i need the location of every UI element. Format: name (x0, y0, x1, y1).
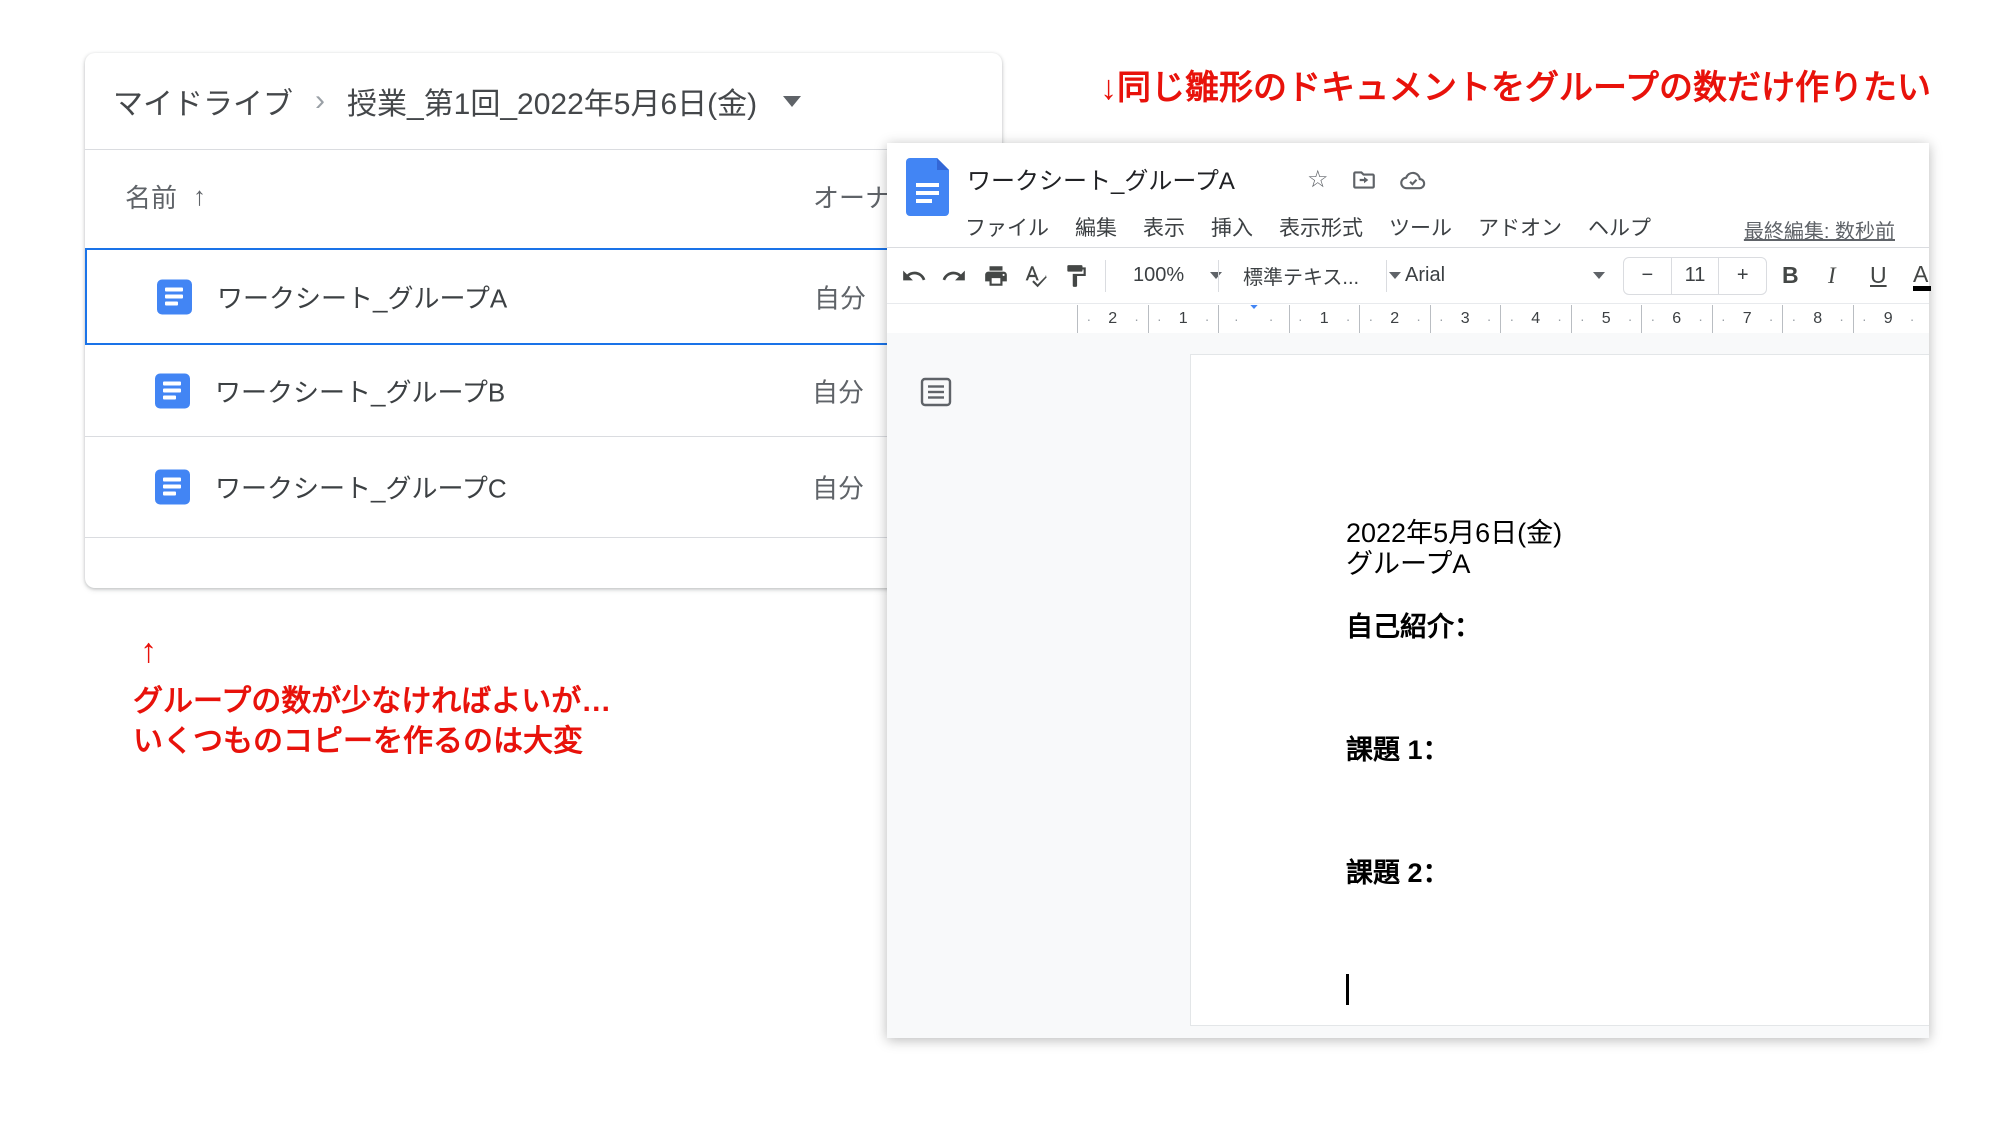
ruler-unit: ·2· (1077, 305, 1148, 333)
annotation-up-arrow: ↑ (140, 632, 157, 671)
star-icon[interactable]: ☆ (1307, 165, 1329, 194)
doc-line-group: グループA (1346, 542, 1470, 581)
toolbar-separator (1218, 260, 1219, 292)
breadcrumb-my-drive[interactable]: マイドライブ (113, 79, 293, 123)
breadcrumb: マイドライブ › 授業_第1回_2022年5月6日(金) (113, 53, 801, 149)
font-family-select[interactable]: Arial (1405, 264, 1605, 287)
ruler-unit: ·9· (1853, 305, 1924, 333)
move-to-folder-icon[interactable] (1351, 167, 1377, 193)
show-outline-icon[interactable] (920, 377, 952, 412)
print-icon[interactable] (983, 263, 1009, 289)
column-header-name[interactable]: 名前 ↑ (125, 178, 206, 215)
folder-dropdown-icon[interactable] (783, 96, 801, 107)
document-canvas: 2022年5月6日(金) グループA 自己紹介： 課題 1： 課題 2： (887, 333, 1929, 1038)
redo-icon[interactable] (941, 263, 967, 289)
annotation-make-copies: ↓同じ雛形のドキュメントをグループの数だけ作りたい (1100, 60, 1931, 109)
annotation-many-copies: いくつものコピーを作るのは大変 (133, 716, 583, 760)
ruler-unit: ·8· (1782, 305, 1853, 333)
document-status-cloud-icon[interactable] (1399, 166, 1427, 194)
toolbar-separator (1386, 260, 1387, 292)
ruler-unit: ·5· (1571, 305, 1642, 333)
doc-heading-task1: 課題 1： (1346, 728, 1450, 767)
font-size-decrease-button[interactable]: − (1624, 258, 1671, 294)
ruler[interactable]: ·2··1····1··2··3··4··5··6··7··8··9· (887, 305, 1929, 333)
ruler-unit: ·4· (1500, 305, 1571, 333)
paint-format-icon[interactable] (1063, 263, 1089, 289)
chevron-down-icon (1593, 272, 1605, 279)
text-color-button[interactable]: A (1913, 261, 1931, 291)
ruler-unit: ·1· (1148, 305, 1219, 333)
file-name: ワークシート_グループB (215, 372, 505, 409)
document-page[interactable]: 2022年5月6日(金) グループA 自己紹介： 課題 1： 課題 2： (1190, 354, 1929, 1026)
file-owner: 自分 (812, 469, 864, 506)
ruler-unit: ·· (1218, 305, 1289, 333)
font-size-stepper: − 11 + (1623, 257, 1767, 295)
docs-file-icon (155, 470, 190, 505)
menu-addons[interactable]: アドオン (1478, 212, 1562, 242)
doc-heading-intro: 自己紹介： (1346, 605, 1481, 644)
toolbar-separator (1105, 260, 1106, 292)
file-row-group-c[interactable]: ワークシート_グループC 自分 (85, 437, 1002, 538)
font-size-value[interactable]: 11 (1671, 258, 1720, 294)
paragraph-style-select[interactable]: 標準テキス... (1243, 261, 1401, 290)
text-color-letter: A (1913, 261, 1928, 287)
zoom-select[interactable]: 100% (1133, 264, 1222, 287)
menu-edit[interactable]: 編集 (1075, 212, 1117, 242)
font-family-value: Arial (1405, 264, 1445, 287)
google-docs-window: ワークシート_グループA ☆ ファイル 編集 表示 挿入 表示形式 ツール アド… (887, 143, 1929, 1038)
file-name: ワークシート_グループA (217, 278, 507, 315)
docs-file-icon (155, 373, 190, 408)
italic-button[interactable]: I (1828, 263, 1836, 289)
paragraph-style-value: 標準テキス... (1243, 261, 1359, 290)
menu-format[interactable]: 表示形式 (1279, 212, 1363, 242)
docs-file-icon (157, 279, 192, 314)
google-docs-logo-icon[interactable] (906, 158, 949, 221)
ruler-unit: ·6· (1641, 305, 1712, 333)
file-row-group-a[interactable]: ワークシート_グループA 自分 (85, 248, 1002, 345)
last-edit-link[interactable]: 最終編集: 数秒前 (1744, 215, 1895, 244)
underline-button[interactable]: U (1870, 262, 1887, 289)
file-name: ワークシート_グループC (215, 469, 507, 506)
chevron-down-icon (1389, 272, 1401, 279)
font-size-increase-button[interactable]: + (1719, 258, 1766, 294)
file-owner: 自分 (812, 372, 864, 409)
file-owner: 自分 (814, 278, 866, 315)
menu-bar: ファイル 編集 表示 挿入 表示形式 ツール アドオン ヘルプ (965, 209, 1651, 245)
menu-help[interactable]: ヘルプ (1588, 212, 1651, 242)
ruler-unit: ·7· (1712, 305, 1783, 333)
column-header-owner[interactable]: オーナ (813, 178, 891, 215)
zoom-value: 100% (1133, 264, 1184, 287)
menu-file[interactable]: ファイル (965, 212, 1049, 242)
menu-tools[interactable]: ツール (1389, 212, 1452, 242)
ruler-unit: ·1· (1289, 305, 1360, 333)
column-name-label: 名前 (125, 178, 177, 215)
toolbar: 100% 標準テキス... Arial − 11 + B I U A (887, 247, 1929, 304)
sort-ascending-icon[interactable]: ↑ (193, 181, 206, 212)
undo-icon[interactable] (901, 263, 927, 289)
spellcheck-icon[interactable] (1023, 263, 1049, 289)
file-list-header: 名前 ↑ オーナ (85, 150, 1002, 248)
chevron-right-icon: › (315, 84, 325, 118)
ruler-ticks: ·2··1····1··2··3··4··5··6··7··8··9· (1077, 305, 1923, 333)
breadcrumb-current-folder[interactable]: 授業_第1回_2022年5月6日(金) (347, 79, 757, 123)
file-row-group-b[interactable]: ワークシート_グループB 自分 (85, 345, 1002, 437)
indent-marker[interactable] (1244, 309, 1264, 327)
ruler-unit: ·3· (1430, 305, 1501, 333)
text-cursor (1346, 974, 1349, 1005)
chevron-down-icon (1210, 272, 1222, 279)
ruler-unit: ·2· (1359, 305, 1430, 333)
document-title[interactable]: ワークシート_グループA (967, 161, 1235, 196)
annotation-few-groups: グループの数が少なければよいが… (133, 676, 611, 720)
menu-view[interactable]: 表示 (1143, 212, 1185, 242)
menu-insert[interactable]: 挿入 (1211, 212, 1253, 242)
doc-heading-task2: 課題 2： (1346, 851, 1450, 890)
drive-file-list-window: マイドライブ › 授業_第1回_2022年5月6日(金) 名前 ↑ オーナ ワー… (85, 53, 1002, 588)
bold-button[interactable]: B (1782, 262, 1799, 289)
